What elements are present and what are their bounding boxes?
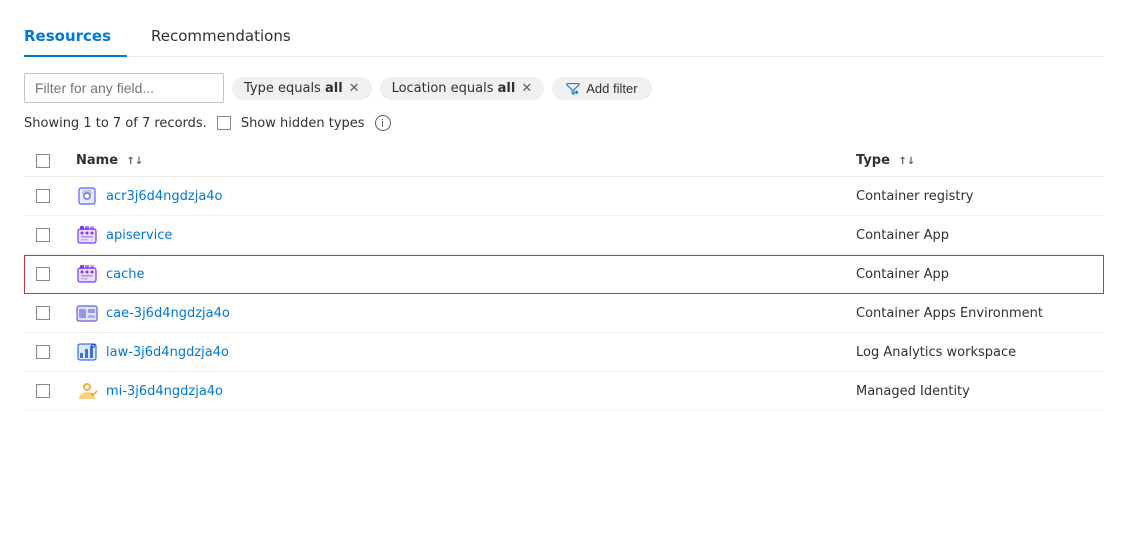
row-checkbox-cell (24, 333, 64, 372)
filter-bar: Type equals all ✕ Location equals all ✕ … (24, 73, 1104, 103)
row-type-cell: Managed Identity (844, 372, 1104, 411)
type-sort-icon: ↑↓ (898, 156, 915, 167)
row-checkbox-cell (24, 216, 64, 255)
row-checkbox-cell (24, 177, 64, 216)
row-type-cell: Container App (844, 255, 1104, 294)
resource-name-link[interactable]: law-3j6d4ngdzja4o (106, 345, 229, 360)
row-type-cell: Log Analytics workspace (844, 333, 1104, 372)
table-header-row: Name ↑↓ Type ↑↓ (24, 145, 1104, 177)
header-type[interactable]: Type ↑↓ (844, 145, 1104, 177)
resource-name-link[interactable]: cae-3j6d4ngdzja4o (106, 306, 230, 321)
header-checkbox-cell (24, 145, 64, 177)
row-checkbox-cell (24, 255, 64, 294)
show-hidden-info-icon[interactable]: i (375, 115, 391, 131)
table-row: law-3j6d4ngdzja4o Log Analytics workspac… (24, 333, 1104, 372)
type-filter-chip: Type equals all ✕ (232, 77, 372, 100)
row-select-checkbox[interactable] (36, 306, 50, 320)
row-type-cell: Container Apps Environment (844, 294, 1104, 333)
showing-text: Showing 1 to 7 of 7 records. (24, 116, 207, 131)
resource-icon (76, 224, 98, 246)
location-filter-chip: Location equals all ✕ (380, 77, 545, 100)
type-filter-label: Type equals all (244, 81, 343, 96)
row-type-cell: Container registry (844, 177, 1104, 216)
row-select-checkbox[interactable] (36, 267, 50, 281)
resources-table: Name ↑↓ Type ↑↓ (24, 145, 1104, 411)
location-filter-label: Location equals all (392, 81, 516, 96)
tabs-container: Resources Recommendations (24, 16, 1104, 57)
filter-input[interactable] (24, 73, 224, 103)
row-name-cell: cae-3j6d4ngdzja4o (64, 294, 844, 333)
tab-resources[interactable]: Resources (24, 17, 127, 57)
row-select-checkbox[interactable] (36, 384, 50, 398)
resource-icon (76, 341, 98, 363)
row-select-checkbox[interactable] (36, 228, 50, 242)
table-row: cae-3j6d4ngdzja4o Container Apps Environ… (24, 294, 1104, 333)
resource-icon (76, 380, 98, 402)
tab-recommendations[interactable]: Recommendations (151, 17, 307, 57)
resource-icon (76, 302, 98, 324)
type-filter-close[interactable]: ✕ (349, 82, 360, 95)
row-type-cell: Container App (844, 216, 1104, 255)
table-row: apiservice Container App (24, 216, 1104, 255)
row-select-checkbox[interactable] (36, 345, 50, 359)
add-filter-label: Add filter (586, 81, 637, 96)
row-name-cell: law-3j6d4ngdzja4o (64, 333, 844, 372)
location-filter-close[interactable]: ✕ (521, 82, 532, 95)
table-row: cache Container App (24, 255, 1104, 294)
table-row: mi-3j6d4ngdzja4o Managed Identity (24, 372, 1104, 411)
show-hidden-label: Show hidden types (241, 116, 365, 131)
info-bar: Showing 1 to 7 of 7 records. Show hidden… (24, 115, 1104, 131)
row-checkbox-cell (24, 294, 64, 333)
resource-icon (76, 263, 98, 285)
resource-name-link[interactable]: apiservice (106, 228, 172, 243)
row-name-cell: mi-3j6d4ngdzja4o (64, 372, 844, 411)
resource-name-link[interactable]: cache (106, 267, 145, 282)
row-name-cell: apiservice (64, 216, 844, 255)
resource-icon (76, 185, 98, 207)
show-hidden-checkbox[interactable] (217, 116, 231, 130)
resource-name-link[interactable]: mi-3j6d4ngdzja4o (106, 384, 223, 399)
header-name[interactable]: Name ↑↓ (64, 145, 844, 177)
add-filter-icon (566, 81, 580, 95)
select-all-checkbox[interactable] (36, 154, 50, 168)
name-sort-icon: ↑↓ (127, 156, 144, 167)
table-row: acr3j6d4ngdzja4o Container registry (24, 177, 1104, 216)
row-checkbox-cell (24, 372, 64, 411)
add-filter-button[interactable]: Add filter (552, 77, 651, 100)
resource-name-link[interactable]: acr3j6d4ngdzja4o (106, 189, 223, 204)
row-name-cell: cache (64, 255, 844, 294)
row-name-cell: acr3j6d4ngdzja4o (64, 177, 844, 216)
row-select-checkbox[interactable] (36, 189, 50, 203)
